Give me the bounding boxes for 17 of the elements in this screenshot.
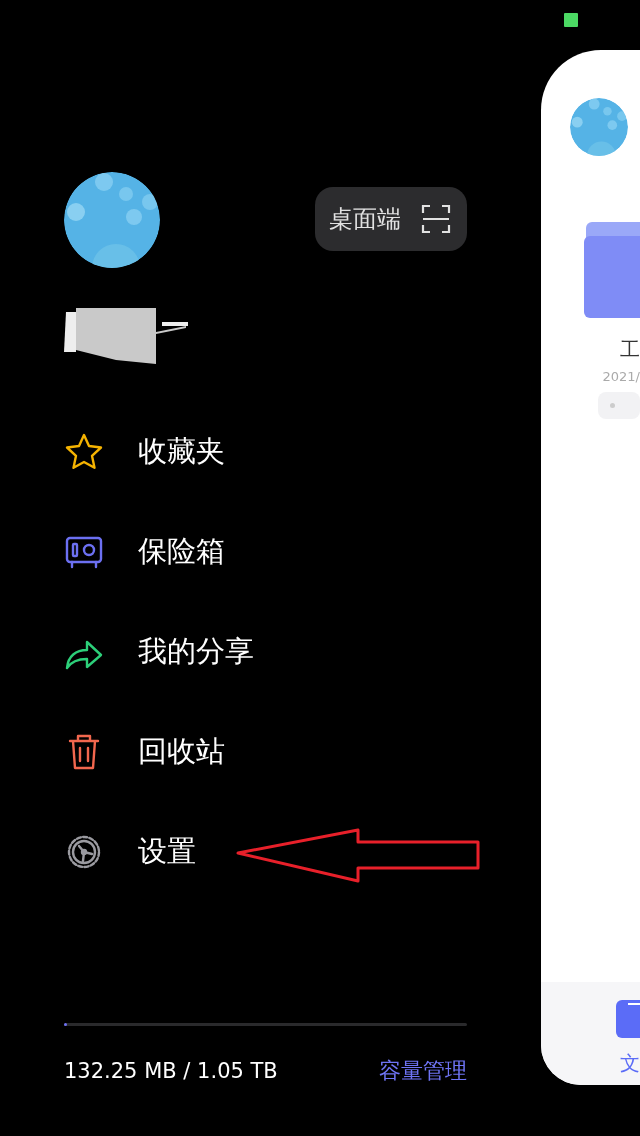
folder-icon[interactable] xyxy=(584,222,640,318)
desktop-button[interactable]: 桌面端 xyxy=(315,187,467,251)
storage-usage: 132.25 MB / 1.05 TB xyxy=(64,1059,278,1083)
avatar xyxy=(570,98,628,156)
status-indicator xyxy=(564,13,578,27)
capacity-link[interactable]: 容量管理 xyxy=(379,1056,467,1086)
folder-name: 工 xyxy=(620,336,640,363)
dot-icon xyxy=(610,403,615,408)
tab[interactable]: 文 xyxy=(616,1000,640,1077)
menu-item[interactable]: 设置 xyxy=(138,832,196,872)
folder-menu-button[interactable] xyxy=(598,392,640,419)
folder-date: 2021/ xyxy=(602,369,640,384)
scan-icon xyxy=(421,204,451,234)
menu-item[interactable]: 回收站 xyxy=(138,732,225,772)
menu-item[interactable]: 收藏夹 xyxy=(138,432,225,472)
menu-item[interactable]: 保险箱 xyxy=(138,532,225,572)
menu-item[interactable]: 我的分享 xyxy=(138,632,254,672)
